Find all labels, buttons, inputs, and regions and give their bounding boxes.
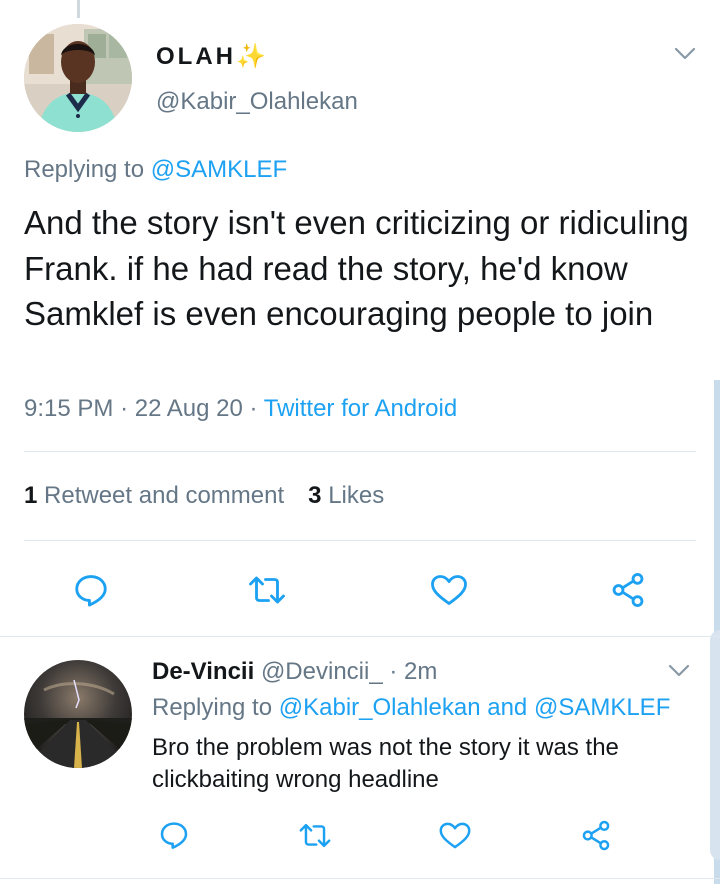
sparkles-emoji: ✨	[236, 43, 266, 70]
scrollbar-thumb[interactable]	[710, 630, 720, 860]
reply-time: 2m	[404, 658, 438, 685]
tweet-meta: 9:15 PM · 22 Aug 20 · Twitter for Androi…	[24, 395, 457, 423]
author-name[interactable]: OLAH✨	[156, 42, 266, 71]
tweet-stats: 1 Retweet and comment 3 Likes	[24, 482, 384, 510]
comment-bubble-icon	[75, 575, 107, 607]
reply-header: De-Vincii @Devincii_ · 2m	[152, 658, 437, 686]
reply-author-name[interactable]: De-Vincii	[152, 658, 254, 685]
replying-to-line: Replying to @Kabir_Olahlekan and @SAMKLE…	[152, 694, 670, 722]
tweet-time: 9:15 PM	[24, 395, 114, 422]
chevron-down-icon[interactable]	[668, 664, 690, 678]
chevron-down-icon[interactable]	[674, 47, 696, 61]
retweet-label: Retweet and comment	[44, 482, 285, 509]
retweet-icon	[299, 823, 331, 848]
divider	[24, 451, 696, 452]
share-button[interactable]	[579, 819, 613, 852]
heart-icon	[439, 822, 471, 849]
reply-button[interactable]	[158, 819, 190, 851]
mention-link[interactable]: @SAMKLEF	[151, 156, 287, 183]
mention-link[interactable]: @SAMKLEF	[534, 694, 670, 721]
share-button[interactable]	[608, 571, 648, 609]
heart-icon	[431, 575, 467, 605]
retweet-button[interactable]	[298, 820, 332, 851]
like-stat[interactable]: 3 Likes	[308, 482, 384, 509]
meta-separator: ·	[249, 395, 258, 422]
comment-bubble-icon	[160, 822, 188, 849]
avatar[interactable]	[24, 660, 132, 768]
replying-prefix: Replying to	[152, 694, 273, 721]
like-count: 3	[308, 482, 322, 509]
replying-to-line: Replying to @SAMKLEF	[24, 156, 287, 184]
retweet-icon	[249, 576, 285, 604]
reply-text: Bro the problem was not the story it was…	[152, 734, 619, 793]
mention-conjunction: and	[487, 694, 528, 721]
tweet-date: 22 Aug 20	[134, 395, 243, 422]
like-label: Likes	[328, 482, 385, 509]
meta-separator: ·	[389, 658, 398, 685]
retweet-count: 1	[24, 482, 38, 509]
divider	[0, 636, 720, 637]
replying-prefix: Replying to	[24, 156, 145, 183]
retweet-button[interactable]	[247, 572, 287, 608]
divider	[0, 878, 720, 879]
tweet-source-link[interactable]: Twitter for Android	[264, 395, 457, 422]
share-icon	[582, 820, 610, 851]
mention-link[interactable]: @Kabir_Olahlekan	[279, 694, 481, 721]
like-button[interactable]	[429, 572, 469, 608]
share-icon	[612, 573, 644, 607]
meta-separator: ·	[120, 395, 129, 422]
author-name-text: OLAH	[156, 43, 236, 70]
thread-connector-line	[77, 0, 80, 18]
divider	[24, 540, 696, 541]
tweet-text: And the story isn't even criticizing or …	[24, 204, 689, 332]
reply-button[interactable]	[72, 571, 110, 609]
like-button[interactable]	[438, 820, 472, 851]
avatar[interactable]	[24, 24, 132, 132]
reply-author-handle[interactable]: @Devincii_	[261, 658, 383, 685]
author-handle[interactable]: @Kabir_Olahlekan	[156, 88, 358, 116]
retweet-stat[interactable]: 1 Retweet and comment	[24, 482, 284, 509]
